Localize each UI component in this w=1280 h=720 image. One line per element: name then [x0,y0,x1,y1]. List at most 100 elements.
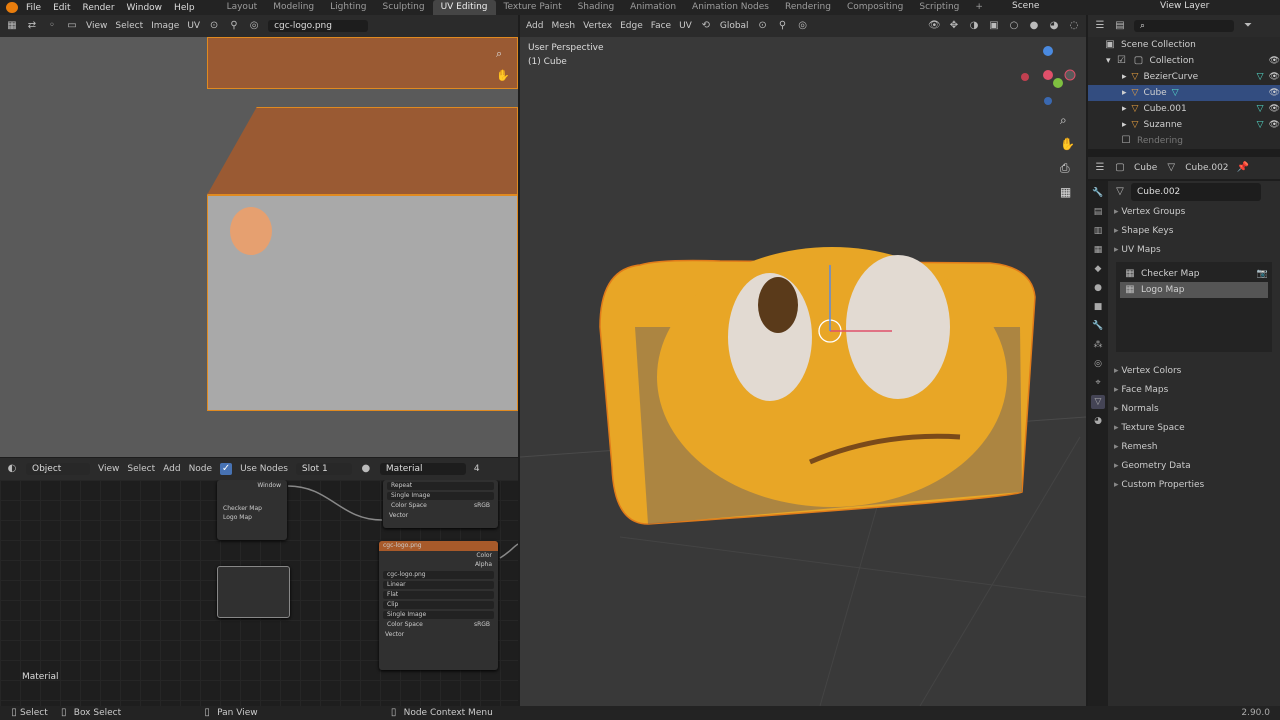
view-layer-name[interactable]: View Layer [1160,1,1209,11]
modifier-tab-icon[interactable]: 🔧 [1091,319,1105,333]
slot-dropdown[interactable]: Slot 1 [295,463,352,475]
outliner-item-rendering[interactable]: Rendering [1137,133,1183,149]
uvmap-item-checker-map[interactable]: Checker Map [1141,266,1199,282]
xray-icon[interactable]: ▣ [988,20,1000,32]
render-active-icon[interactable]: 📷 [1257,266,1268,282]
menu-image[interactable]: Image [151,21,179,31]
vp-menu-mesh[interactable]: Mesh [551,21,575,31]
material-field[interactable]: Material [379,463,466,475]
editor-type-icon[interactable]: ▦ [6,20,18,32]
vertex-select-icon[interactable]: ◦ [46,20,58,32]
image-file-field[interactable]: cgc-logo.png [387,571,426,579]
tab-animation-nodes[interactable]: Animation Nodes [684,0,777,15]
vp-menu-uv[interactable]: UV [679,21,692,31]
frame-node[interactable] [217,566,290,618]
vp-menu-vertex[interactable]: Vertex [583,21,612,31]
wireframe-shading-icon[interactable]: ○ [1008,20,1020,32]
pan-view-icon[interactable]: ✋ [1060,137,1075,151]
menu-help[interactable]: Help [174,3,195,13]
node-menu-add[interactable]: Add [163,464,180,474]
collection-label[interactable]: Collection [1150,53,1195,69]
gizmo-icon[interactable]: ✥ [948,20,960,32]
visibility-icon[interactable]: 👁 [1269,101,1280,117]
tab-uv-editing[interactable]: UV Editing [432,0,496,15]
uv-map-node[interactable]: Window Checker Map Logo Map [217,480,287,540]
tool-tab-icon[interactable]: 🔧 [1091,186,1105,200]
filter-icon[interactable]: ⏷ [1242,20,1254,32]
tab-scripting[interactable]: Scripting [911,0,967,15]
extension-field[interactable]: Clip [387,601,398,609]
node-menu-select[interactable]: Select [127,464,155,474]
pan-hand-icon[interactable]: ✋ [496,69,510,82]
section-texture-space[interactable]: Texture Space [1108,419,1280,438]
zoom-view-icon[interactable]: ⌕ [1060,113,1067,128]
source-field[interactable]: Single Image [387,611,426,619]
section-custom-properties[interactable]: Custom Properties [1108,476,1280,495]
image-texture-node-1[interactable]: Repeat Single Image Color Space sRGB Vect… [383,480,498,528]
node-menu-node[interactable]: Node [189,464,213,474]
interpolation-field[interactable]: Linear [387,581,406,589]
proportional-icon[interactable]: ◎ [248,20,260,32]
overlay-icon[interactable]: ◑ [968,20,980,32]
tab-modeling[interactable]: Modeling [265,0,322,15]
menu-view[interactable]: View [86,21,107,31]
collection-checkbox[interactable]: ☑ [1116,55,1128,67]
material-tab-icon[interactable]: ◕ [1091,414,1105,428]
collection-expand-icon[interactable]: ▾ [1106,53,1111,69]
outliner-item-cube-001[interactable]: Cube.001 [1143,101,1186,117]
menu-uv[interactable]: UV [187,21,200,31]
color-space-field-2[interactable]: sRGB [474,621,490,629]
particles-tab-icon[interactable]: ⁂ [1091,338,1105,352]
rendered-shading-icon[interactable]: ◌ [1068,20,1080,32]
collection-visibility-icon[interactable]: 👁 [1269,53,1280,69]
vp-menu-face[interactable]: Face [651,21,671,31]
tab-texture-paint[interactable]: Texture Paint [496,0,570,15]
add-workspace-button[interactable]: + [967,0,991,15]
section-face-maps[interactable]: Face Maps [1108,381,1280,400]
tab-rendering[interactable]: Rendering [777,0,839,15]
repeat-field[interactable]: Repeat [391,482,412,490]
mesh-name-field[interactable]: Cube.002 [1131,183,1261,201]
edge-select-icon[interactable]: ▭ [66,20,78,32]
tab-layout[interactable]: Layout [219,0,266,15]
menu-select[interactable]: Select [115,21,143,31]
scene-collection-label[interactable]: Scene Collection [1121,37,1196,53]
section-remesh[interactable]: Remesh [1108,438,1280,457]
section-normals[interactable]: Normals [1108,400,1280,419]
uvmap-item-checker[interactable]: Checker Map [217,491,287,512]
outliner-type-icon[interactable]: ☰ [1094,20,1106,32]
view-layer-tab-icon[interactable]: ▦ [1091,243,1105,257]
uvmap-item-logo-map[interactable]: Logo Map [1141,282,1184,298]
node-title[interactable]: cgc-logo.png [379,541,498,551]
pivot-point-icon[interactable]: ⊙ [757,20,769,32]
outliner-search-input[interactable]: ⌕ [1134,20,1234,32]
output-tab-icon[interactable]: ▥ [1091,224,1105,238]
display-mode-icon[interactable]: ▤ [1114,20,1126,32]
render-tab-icon[interactable]: ▤ [1091,205,1105,219]
section-shape-keys[interactable]: Shape Keys [1108,222,1280,241]
outliner-item-suzanne[interactable]: Suzanne [1143,117,1182,133]
tab-compositing[interactable]: Compositing [839,0,911,15]
projection-field[interactable]: Flat [387,591,398,599]
menu-render[interactable]: Render [83,3,115,13]
material-shading-icon[interactable]: ◕ [1048,20,1060,32]
ortho-toggle-icon[interactable]: ▦ [1060,185,1071,199]
outliner-item-beziercurve[interactable]: BezierCurve [1143,69,1198,85]
pin-icon[interactable]: 📌 [1237,162,1249,174]
data-tab-icon[interactable]: ▽ [1091,395,1105,409]
properties-type-icon[interactable]: ☰ [1094,162,1106,174]
visibility-icon[interactable]: 👁 [1269,69,1280,85]
expand-icon[interactable]: ▸ [1122,101,1127,117]
sync-selection-icon[interactable]: ⇄ [26,20,38,32]
camera-view-icon[interactable]: ⎙ [1060,161,1070,176]
tab-lighting[interactable]: Lighting [322,0,374,15]
image-texture-node-2[interactable]: cgc-logo.png Color Alpha cgc-logo.png Li… [379,541,498,670]
world-tab-icon[interactable]: ● [1091,281,1105,295]
section-geometry-data[interactable]: Geometry Data [1108,457,1280,476]
color-space-field[interactable]: sRGB [474,502,490,510]
vp-menu-add[interactable]: Add [526,21,543,31]
menu-file[interactable]: File [26,3,41,13]
object-tab-icon[interactable]: ■ [1091,300,1105,314]
vp-menu-edge[interactable]: Edge [620,21,643,31]
proportional-edit-icon[interactable]: ◎ [797,20,809,32]
